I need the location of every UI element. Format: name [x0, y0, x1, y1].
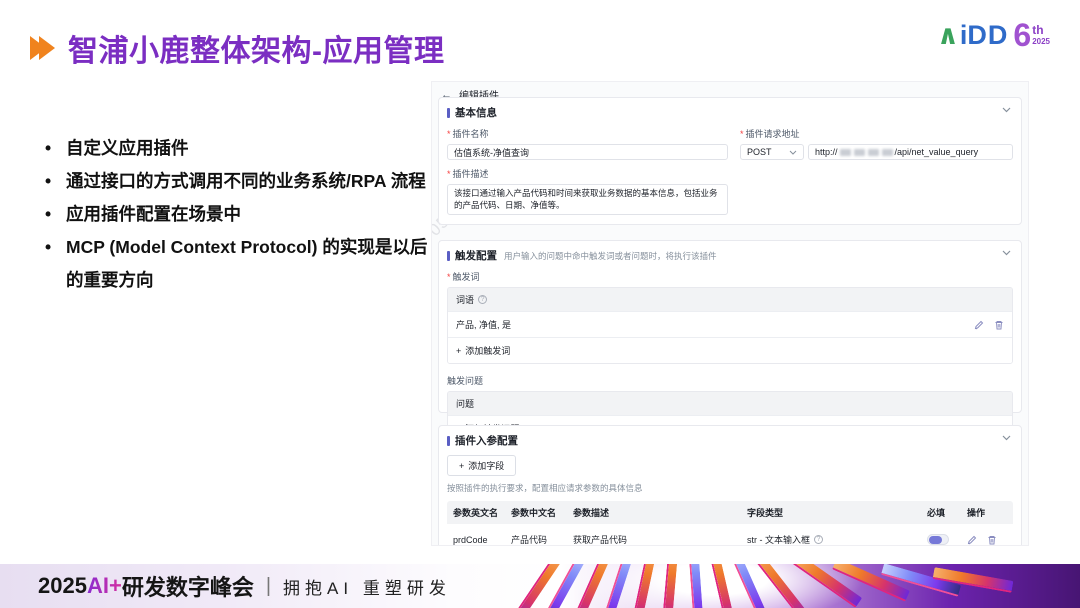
params-section-title: 插件入参配置: [455, 433, 518, 448]
redacted-url-segment: [882, 149, 893, 156]
param-desc: 获取产品代码: [573, 533, 747, 545]
required-toggle[interactable]: [927, 534, 949, 545]
required-asterisk: *: [740, 129, 744, 139]
col-header-cn-name: 参数中文名: [511, 506, 573, 519]
bullet-item: •通过接口的方式调用不同的业务系统/RPA 流程: [40, 165, 438, 198]
logo-sixth: 6: [1013, 19, 1031, 51]
param-type: str - 文本输入框: [747, 533, 810, 545]
footer-slogan: 拥抱AI 重塑研发: [283, 574, 451, 599]
footer-text: 2025 AI+ 研发数字峰会 | 拥抱AI 重塑研发: [38, 564, 451, 608]
bullet-item: •应用插件配置在场景中: [40, 198, 438, 231]
chevron-down-icon[interactable]: [1002, 250, 1011, 256]
request-url-input[interactable]: http:// /api/net_value_query: [808, 144, 1013, 160]
redacted-url-segment: [854, 149, 865, 156]
http-method-select[interactable]: POST: [740, 144, 804, 160]
edit-pencil-icon[interactable]: [967, 535, 977, 545]
bullet-dot: •: [45, 132, 51, 165]
col-header-desc: 参数描述: [573, 506, 747, 519]
edit-pencil-icon[interactable]: [974, 320, 984, 330]
trigger-word-value: 产品, 净值, 是: [456, 318, 511, 331]
chevron-down-icon[interactable]: [1002, 435, 1011, 441]
trigger-config-card: 触发配置 用户输入的问题中命中触发词或者问题时，将执行该插件 * 触发词 词语 …: [438, 240, 1022, 413]
col-header-type: 字段类型: [747, 506, 927, 519]
bullet-item: •MCP (Model Context Protocol) 的实现是以后的重要方…: [40, 231, 438, 297]
required-asterisk: *: [447, 169, 451, 179]
col-header-en-name: 参数英文名: [453, 506, 511, 519]
footer-divider: |: [266, 575, 271, 598]
slide-header: 智浦小鹿整体架构-应用管理: [30, 26, 445, 70]
plugin-editor-screenshot: 2025-05-16 17:39:02 2025-05-16 17:39:02 …: [432, 82, 1028, 545]
logo-th: th: [1032, 24, 1050, 36]
bullet-dot: •: [45, 231, 51, 264]
trigger-section-title: 触发配置: [455, 248, 497, 263]
basic-info-section-title: 基本信息: [455, 105, 497, 120]
footer-banner: 2025 AI+ 研发数字峰会 | 拥抱AI 重塑研发: [0, 564, 1080, 608]
trigger-word-row: 产品, 净值, 是: [448, 311, 1012, 337]
add-trigger-word-button[interactable]: + 添加触发词: [448, 337, 1012, 363]
plus-icon: +: [459, 461, 464, 471]
footer-year: 2025: [38, 573, 87, 599]
words-column-header: 词语: [456, 293, 474, 306]
trigger-words-label: 触发词: [453, 270, 480, 283]
chevron-down-icon[interactable]: [1002, 107, 1011, 113]
help-icon[interactable]: ?: [478, 295, 487, 304]
trigger-section-desc: 用户输入的问题中命中触发词或者问题时，将执行该插件: [504, 250, 717, 262]
logo-letter-i: i: [960, 22, 968, 49]
section-accent-bar: [447, 108, 450, 118]
footer-ai-plus: AI+: [87, 573, 122, 599]
questions-column-header: 问题: [456, 397, 474, 410]
add-field-button[interactable]: + 添加字段: [447, 455, 516, 476]
basic-info-card: 基本信息 * 插件名称 估值系统-净值查询 *: [438, 97, 1022, 225]
plugin-name-label: 插件名称: [453, 127, 489, 140]
page-title: 智浦小鹿整体架构-应用管理: [68, 26, 445, 70]
logo-letter-a: ∧: [937, 22, 959, 49]
decorative-books-image: [505, 564, 1080, 608]
section-accent-bar: [447, 251, 450, 261]
help-icon[interactable]: ?: [814, 535, 823, 544]
request-url-label: 插件请求地址: [746, 127, 800, 140]
trigger-questions-label: 触发问题: [447, 374, 483, 387]
redacted-url-segment: [868, 149, 879, 156]
plus-icon: +: [456, 346, 461, 356]
col-header-required: 必填: [927, 506, 967, 519]
footer-summit-title: 研发数字峰会: [122, 570, 254, 602]
input-params-card: 插件入参配置 + 添加字段 按照插件的执行要求，配置相应请求参数的具体信息 参数…: [438, 425, 1022, 545]
bullet-list: •自定义应用插件 •通过接口的方式调用不同的业务系统/RPA 流程 •应用插件配…: [40, 132, 438, 297]
bullet-item: •自定义应用插件: [40, 132, 438, 165]
aidd-conference-logo: ∧ i DD 6 th 2025: [937, 22, 1050, 51]
trash-icon[interactable]: [994, 320, 1004, 330]
plugin-desc-label: 插件描述: [453, 167, 489, 180]
presentation-slide: 智浦小鹿整体架构-应用管理 ∧ i DD 6 th 2025 •自定义应用插件 …: [0, 0, 1080, 608]
plugin-name-input[interactable]: 估值系统-净值查询: [447, 144, 728, 160]
params-table-header: 参数英文名 参数中文名 参数描述 字段类型 必填 操作: [447, 501, 1013, 524]
col-header-ops: 操作: [967, 506, 1015, 519]
param-en-name: prdCode: [453, 535, 511, 545]
param-row: prdCode 产品代码 获取产品代码 str - 文本输入框 ?: [447, 524, 1013, 545]
required-asterisk: *: [447, 272, 451, 282]
redacted-url-segment: [840, 149, 851, 156]
select-arrow-icon: [789, 150, 797, 155]
logo-year: 2025: [1032, 38, 1050, 46]
logo-letters-dd: DD: [967, 22, 1008, 49]
required-asterisk: *: [447, 129, 451, 139]
trash-icon[interactable]: [987, 535, 997, 545]
section-accent-bar: [447, 436, 450, 446]
trigger-words-table: 词语 ? 产品, 净值, 是 + 添加触发词: [447, 287, 1013, 364]
bullet-dot: •: [45, 165, 51, 198]
double-chevron-icon: [30, 36, 55, 60]
param-cn-name: 产品代码: [511, 533, 573, 545]
bullet-dot: •: [45, 198, 51, 231]
plugin-desc-textarea[interactable]: 该接口通过输入产品代码和时间来获取业务数据的基本信息，包括业务的产品代码、日期、…: [447, 184, 728, 215]
params-hint: 按照插件的执行要求，配置相应请求参数的具体信息: [447, 482, 1013, 494]
